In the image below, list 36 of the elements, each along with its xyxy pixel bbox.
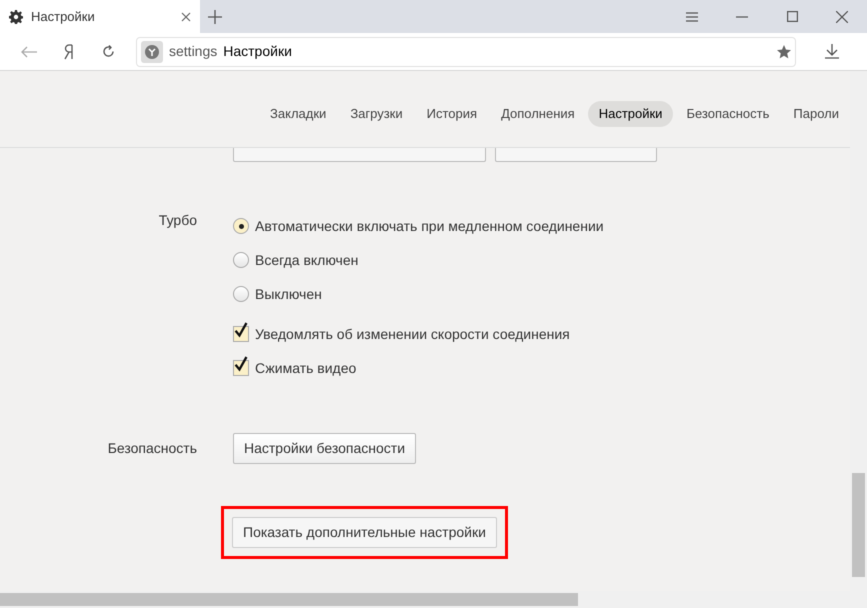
address-page-title: Настройки xyxy=(223,42,292,61)
browser-tab[interactable]: Настройки xyxy=(0,0,200,33)
maximize-icon[interactable] xyxy=(786,11,798,22)
option-label: Всегда включен xyxy=(255,250,358,270)
nav-tab[interactable]: История xyxy=(416,101,488,127)
nav-tab[interactable]: Закладки xyxy=(259,101,338,127)
site-icon xyxy=(141,40,163,62)
nav-tab[interactable]: Дополнения xyxy=(490,101,586,127)
browser-logo-icon[interactable] xyxy=(64,44,74,60)
address-bar[interactable]: settings Настройки xyxy=(136,36,796,66)
close-icon[interactable] xyxy=(181,12,191,22)
new-tab-icon[interactable] xyxy=(208,10,222,24)
option-label: Выключен xyxy=(255,284,322,304)
radio-button[interactable] xyxy=(233,286,249,302)
tab-title: Настройки xyxy=(31,8,96,26)
gear-icon xyxy=(9,10,23,24)
option-label: Автоматически включать при медленном соединении xyxy=(255,216,604,236)
radio-button[interactable] xyxy=(233,218,249,234)
menu-icon[interactable] xyxy=(686,12,698,22)
address-host: settings xyxy=(169,42,218,61)
nav-tab[interactable]: Загрузки xyxy=(339,101,414,127)
radio-button[interactable] xyxy=(233,252,249,268)
option-label: Сжимать видео xyxy=(255,358,356,378)
reload-icon[interactable] xyxy=(102,45,114,58)
nav-tab[interactable]: Настройки xyxy=(588,101,674,127)
option-label: Уведомлять об изменении скорости соединения xyxy=(255,324,570,344)
security-settings-button[interactable]: Настройки безопасности xyxy=(233,433,416,464)
close-icon[interactable] xyxy=(836,10,848,22)
bookmark-star-icon[interactable] xyxy=(777,44,791,58)
section-label: Безопасность xyxy=(108,440,197,456)
show-more-settings-button[interactable]: Показать дополнительные настройки xyxy=(232,517,497,548)
nav-tab[interactable]: Безопасность xyxy=(675,101,780,127)
download-icon[interactable] xyxy=(824,44,838,59)
section-label: Турбо xyxy=(158,212,197,228)
minimize-icon[interactable] xyxy=(736,16,748,18)
nav-tab[interactable]: Пароли xyxy=(782,101,850,127)
